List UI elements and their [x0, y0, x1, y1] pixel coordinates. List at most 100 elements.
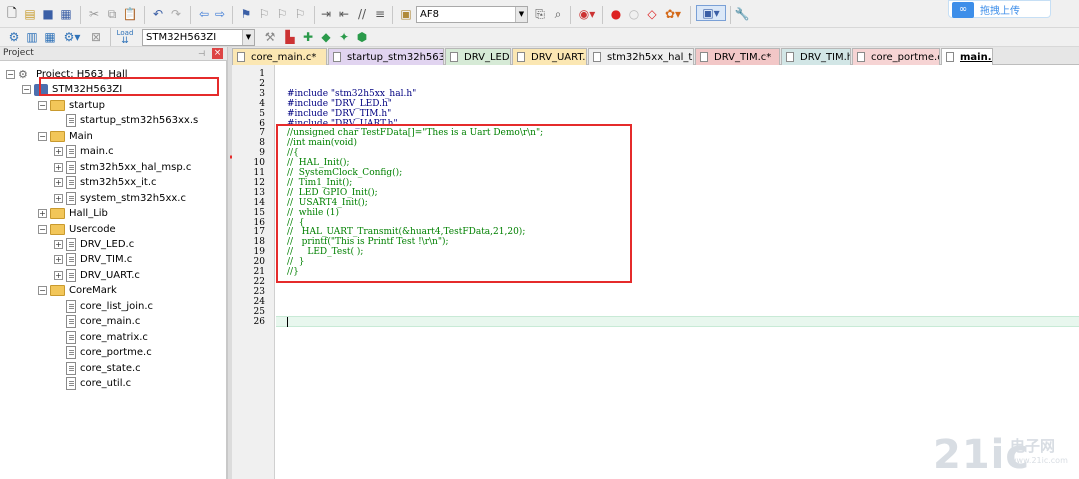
chevron-down-icon[interactable]: ▼: [242, 30, 254, 45]
new-file-icon[interactable]: 🗋: [4, 6, 20, 22]
expand-icon[interactable]: +: [38, 209, 47, 219]
redo-icon[interactable]: ↷: [168, 6, 184, 22]
breakpoint-icon[interactable]: ●: [608, 6, 624, 22]
expand-icon[interactable]: +: [54, 147, 63, 157]
comment-icon[interactable]: //: [354, 6, 370, 22]
editor-tab[interactable]: main.c*: [941, 48, 993, 65]
folder-icon: [50, 208, 65, 220]
select-pack-icon[interactable]: ⬢: [354, 29, 370, 45]
save-all-icon[interactable]: ▦: [58, 6, 74, 22]
tree-node-file-drv-led[interactable]: + DRV_LED.c: [54, 237, 134, 252]
close-icon[interactable]: ×: [212, 48, 223, 59]
tree-node-file-startup[interactable]: startup_stm32h563xx.s: [54, 113, 198, 128]
tree-node-group-main[interactable]: − Main: [38, 129, 93, 144]
tree-node-file-system[interactable]: + system_stm32h5xx.c: [54, 191, 186, 206]
breakpoint-disable-icon[interactable]: ○: [626, 6, 642, 22]
editor-tab[interactable]: DRV_TIM.h: [781, 48, 851, 65]
chevron-down-icon[interactable]: ▼: [515, 7, 527, 22]
nav-forward-icon[interactable]: ⇨: [212, 6, 228, 22]
collapse-icon[interactable]: −: [38, 224, 47, 234]
collapse-icon[interactable]: −: [38, 100, 47, 110]
run-time-env-icon[interactable]: ✦: [336, 29, 352, 45]
tree-node-file-drv-tim[interactable]: + DRV_TIM.c: [54, 252, 132, 267]
editor-tab[interactable]: DRV_LED.c: [445, 48, 511, 65]
expand-icon[interactable]: +: [54, 255, 63, 265]
manage-components-icon[interactable]: ▙: [282, 29, 298, 45]
translate-icon[interactable]: ⚙: [6, 29, 22, 45]
tree-node-label: stm32h5xx_hal_msp.c: [80, 161, 192, 173]
cut-icon[interactable]: ✂: [86, 6, 102, 22]
collapse-icon[interactable]: −: [6, 70, 15, 79]
expand-icon[interactable]: +: [54, 270, 63, 280]
uncomment-icon[interactable]: ≡: [372, 6, 388, 22]
pack-installer-icon[interactable]: ◆: [318, 29, 334, 45]
tree-node-label: core_main.c: [80, 316, 141, 328]
tree-node-file-core-main[interactable]: core_main.c: [54, 314, 140, 329]
tools-dropdown-icon[interactable]: ✿▾: [662, 6, 684, 22]
target-options-icon[interactable]: ⚒: [262, 29, 278, 45]
window-layout-icon[interactable]: ▣▾: [696, 5, 726, 21]
editor-tab[interactable]: core_portme.c: [852, 48, 940, 65]
tree-node-group-coremark[interactable]: − CoreMark: [38, 283, 117, 298]
expand-icon[interactable]: +: [54, 193, 63, 203]
nav-back-icon[interactable]: ⇦: [196, 6, 212, 22]
tree-node-file-hal-msp[interactable]: + stm32h5xx_hal_msp.c: [54, 160, 191, 175]
tree-node-file-core-matrix[interactable]: core_matrix.c: [54, 330, 148, 345]
tree-node-file-core-util[interactable]: core_util.c: [54, 376, 131, 391]
find-in-files-icon[interactable]: ▣: [398, 6, 414, 22]
editor-tab[interactable]: DRV_UART.c: [512, 48, 587, 65]
wrench-icon[interactable]: 🔧: [734, 6, 750, 22]
stop-build-icon[interactable]: ⊠: [88, 29, 104, 45]
find-combo[interactable]: AF8 ▼: [416, 6, 528, 23]
expand-icon[interactable]: +: [54, 239, 63, 249]
tree-node-group-startup[interactable]: − startup: [38, 98, 105, 113]
file-icon: [517, 52, 525, 62]
paste-icon[interactable]: 📋: [122, 6, 138, 22]
unindent-icon[interactable]: ⇤: [336, 6, 352, 22]
code-line[interactable]: #include "stm32h5xx_hal.h": [287, 89, 416, 99]
indent-icon[interactable]: ⇥: [318, 6, 334, 22]
bookmark-next-icon[interactable]: ⚐: [274, 6, 290, 22]
open-folder-icon[interactable]: ▤: [22, 6, 38, 22]
copy-icon[interactable]: ⧉: [104, 6, 120, 22]
editor-tab[interactable]: startup_stm32h563xx.s: [328, 48, 444, 65]
code-line[interactable]: #include "DRV_LED.h": [287, 99, 392, 109]
pin-icon[interactable]: ⊣: [198, 49, 208, 58]
editor-tab[interactable]: DRV_TIM.c*: [695, 48, 780, 65]
tree-node-group-hall-lib[interactable]: + Hall_Lib: [38, 206, 108, 221]
code-line[interactable]: #include "DRV_TIM.h": [287, 109, 391, 119]
target-combo[interactable]: STM32H563ZI ▼: [142, 29, 255, 46]
expand-icon[interactable]: +: [54, 162, 63, 172]
tree-node-file-main[interactable]: + main.c: [54, 144, 114, 159]
editor-tab[interactable]: stm32h5xx_hal_tim.c: [588, 48, 694, 65]
file-extensions-icon[interactable]: ✚: [300, 29, 316, 45]
file-icon: [450, 52, 458, 62]
tree-node-file-it[interactable]: + stm32h5xx_it.c: [54, 175, 157, 190]
debug-icon[interactable]: ◉▾: [576, 6, 598, 22]
bookmark-clear-icon[interactable]: ⚐: [292, 6, 308, 22]
save-icon[interactable]: ■: [40, 6, 56, 22]
bookmark-icon[interactable]: ⚑: [238, 6, 254, 22]
tree-node-group-usercode[interactable]: − Usercode: [38, 222, 116, 237]
expand-icon[interactable]: +: [54, 178, 63, 188]
tree-node-file-core-state[interactable]: core_state.c: [54, 361, 141, 376]
tree-node-file-core-portme[interactable]: core_portme.c: [54, 345, 152, 360]
line-number: 4: [259, 98, 265, 109]
load-download-button[interactable]: Load ⇊: [116, 28, 134, 46]
rebuild-icon[interactable]: ▦: [42, 29, 58, 45]
project-icon: ⚙: [18, 67, 28, 81]
upload-button[interactable]: ∞ 拖拽上传: [948, 0, 1051, 18]
bookmark-prev-icon[interactable]: ⚐: [256, 6, 272, 22]
batch-build-icon[interactable]: ⚙▾: [60, 29, 84, 45]
build-icon[interactable]: ▥: [24, 29, 40, 45]
undo-icon[interactable]: ↶: [150, 6, 166, 22]
breakpoint-kill-icon[interactable]: ◇: [644, 6, 660, 22]
collapse-icon[interactable]: −: [38, 286, 47, 296]
find-browse-icon[interactable]: ⌕: [550, 6, 566, 22]
collapse-icon[interactable]: −: [22, 85, 31, 95]
editor-tab[interactable]: core_main.c*: [232, 48, 327, 65]
tree-node-file-drv-uart[interactable]: + DRV_UART.c: [54, 268, 140, 283]
tree-node-file-core-list-join[interactable]: core_list_join.c: [54, 299, 153, 314]
find-next-icon[interactable]: ⎘: [532, 6, 548, 22]
collapse-icon[interactable]: −: [38, 131, 47, 141]
